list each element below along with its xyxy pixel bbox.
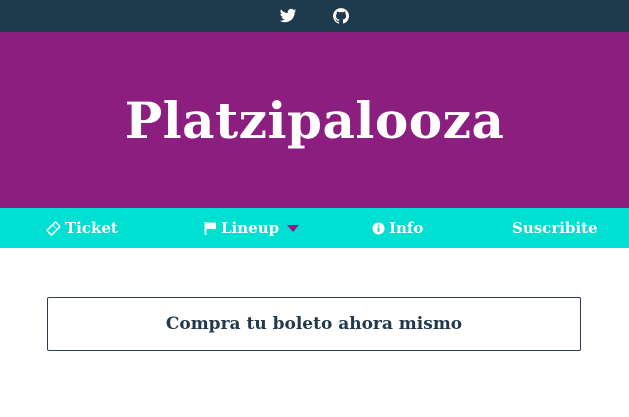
info-circle-icon — [372, 221, 385, 235]
nav-item-label: Suscribite — [512, 219, 598, 237]
github-icon — [332, 7, 350, 25]
nav-item-label: Ticket — [65, 219, 118, 237]
nav-item-suscribite[interactable]: Suscribite — [512, 208, 598, 248]
twitter-icon — [279, 7, 297, 25]
caret-down-icon — [287, 224, 300, 232]
top-bar — [0, 0, 629, 32]
nav-item-info[interactable]: Info — [372, 208, 423, 248]
main-nav: Ticket Lineup Info Suscribite — [0, 208, 629, 248]
nav-item-label: Lineup — [221, 219, 280, 237]
twitter-link[interactable] — [278, 6, 298, 26]
buy-ticket-button[interactable]: Compra tu boleto ahora mismo — [47, 297, 581, 351]
nav-item-label: Info — [389, 219, 424, 237]
flag-icon — [204, 221, 217, 235]
nav-item-lineup[interactable]: Lineup — [204, 208, 300, 248]
hero-banner: Platzipalooza — [0, 32, 629, 208]
site-title: Platzipalooza — [124, 91, 505, 150]
ticket-icon — [46, 221, 61, 236]
nav-item-ticket[interactable]: Ticket — [46, 208, 118, 248]
github-link[interactable] — [331, 6, 351, 26]
